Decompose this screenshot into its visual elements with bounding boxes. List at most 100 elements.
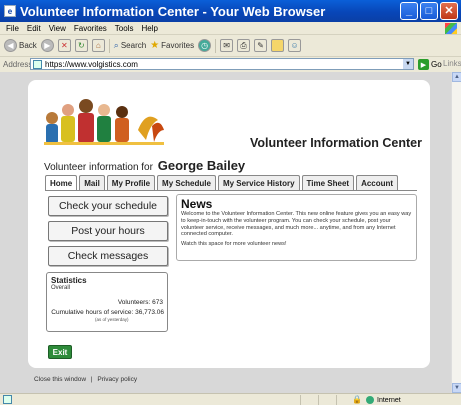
tab-time-sheet[interactable]: Time Sheet [301, 175, 355, 190]
folder-button[interactable] [271, 39, 285, 52]
scroll-down-icon[interactable]: ▼ [452, 383, 461, 393]
mail-button[interactable]: ✉ [220, 39, 234, 52]
window-title: Volunteer Information Center - Your Web … [20, 3, 326, 19]
tab-home[interactable]: Home [45, 175, 78, 191]
address-label: Address [3, 59, 33, 69]
exit-button[interactable]: Exit [48, 345, 72, 359]
as-of-note: (as of yesterday) [95, 317, 129, 322]
history-button[interactable]: ◷ [198, 39, 212, 52]
toolbar: ◀ Back ▶ ✕ ↻ ⌂ ⌕ Search ★ Favorites ◷ ✉ … [0, 36, 461, 55]
stop-button[interactable]: ✕ [57, 39, 71, 52]
footer-divider: | [90, 376, 93, 383]
stop-icon: ✕ [57, 39, 71, 52]
address-url: https://www.volgistics.com [45, 59, 138, 69]
favorites-button[interactable]: ★ Favorites [150, 40, 194, 51]
page-footer: Close this window | Privacy policy [34, 376, 137, 383]
news-watch: Watch this space for more volunteer news… [181, 241, 287, 248]
statistics-panel: Statistics Overall Volunteers: 673 Cumul… [46, 272, 168, 332]
messenger-icon: ☺ [288, 39, 302, 52]
statistics-subtitle: Overall [51, 285, 71, 291]
tab-bar: Home Mail My Profile My Schedule My Serv… [45, 175, 399, 191]
address-input[interactable]: https://www.volgistics.com ▼ [30, 58, 414, 70]
back-arrow-icon: ◀ [4, 39, 17, 52]
windows-logo-icon [445, 23, 457, 34]
title-bar: e Volunteer Information Center - Your We… [0, 0, 461, 22]
vertical-scrollbar[interactable]: ▲ ▼ [451, 72, 461, 393]
news-panel: News Welcome to the Volunteer Informatio… [176, 194, 417, 261]
go-button[interactable]: ▶ Go [418, 59, 442, 70]
menu-tools[interactable]: Tools [115, 24, 134, 33]
toolbar-separator [215, 38, 217, 53]
check-messages-button[interactable]: Check messages [48, 246, 168, 266]
messenger-button[interactable]: ☺ [288, 39, 302, 52]
maximize-button[interactable]: □ [420, 2, 438, 20]
page-card: Volunteer Information Center Volunteer i… [28, 80, 430, 368]
tab-account[interactable]: Account [356, 175, 399, 190]
search-icon: ⌕ [113, 40, 119, 50]
status-divider [336, 395, 337, 405]
folder-icon [271, 39, 285, 52]
mail-icon: ✉ [220, 39, 234, 52]
post-hours-button[interactable]: Post your hours [48, 221, 168, 241]
menu-favorites[interactable]: Favorites [74, 24, 107, 33]
back-label: Back [19, 41, 37, 50]
window-controls: _ □ ✕ [400, 2, 458, 20]
status-divider [300, 395, 301, 405]
print-button[interactable]: ⎙ [237, 39, 251, 52]
news-body: Welcome to the Volunteer Information Cen… [181, 211, 412, 238]
toolbar-separator [108, 38, 110, 53]
menu-view[interactable]: View [49, 24, 66, 33]
history-icon: ◷ [198, 39, 212, 52]
close-button[interactable]: ✕ [440, 2, 458, 20]
back-button[interactable]: ◀ Back [4, 39, 37, 52]
privacy-policy-link[interactable]: Privacy policy [97, 376, 137, 383]
refresh-icon: ↻ [74, 39, 88, 52]
home-icon: ⌂ [91, 39, 105, 52]
security-zone: Internet [366, 396, 401, 404]
star-icon: ★ [150, 40, 160, 51]
search-label: Search [120, 41, 147, 50]
minimize-button[interactable]: _ [400, 2, 418, 20]
edit-icon: ✎ [254, 39, 268, 52]
volunteers-count: Volunteers: 673 [117, 299, 163, 306]
page-icon [33, 59, 42, 69]
status-bar: 🔒 Internet [0, 393, 461, 405]
refresh-button[interactable]: ↻ [74, 39, 88, 52]
lock-icon: 🔒 [352, 395, 362, 404]
links-button[interactable]: Links [443, 59, 461, 68]
cumulative-hours: Cumulative hours of service: 36,773.06 [51, 309, 164, 316]
menu-help[interactable]: Help [141, 24, 157, 33]
status-divider [318, 395, 319, 405]
volunteers-logo [44, 99, 164, 145]
menu-file[interactable]: File [6, 24, 19, 33]
scroll-up-icon[interactable]: ▲ [452, 72, 461, 82]
go-label: Go [431, 60, 442, 69]
volunteer-info-label: Volunteer information for [44, 162, 153, 173]
forward-button[interactable]: ▶ [40, 39, 54, 52]
volunteer-name: George Bailey [157, 158, 246, 173]
favorites-label: Favorites [161, 41, 195, 50]
address-bar: Address https://www.volgistics.com ▼ ▶ G… [0, 56, 461, 71]
tab-mail[interactable]: Mail [79, 175, 105, 190]
chevron-down-icon[interactable]: ▼ [403, 59, 413, 69]
globe-icon [366, 396, 374, 404]
check-schedule-button[interactable]: Check your schedule [48, 196, 168, 216]
tab-divider [45, 190, 417, 191]
page-status-icon [3, 395, 12, 404]
browser-viewport: Volunteer Information Center Volunteer i… [0, 72, 451, 393]
home-button[interactable]: ⌂ [91, 39, 105, 52]
news-title: News [181, 197, 213, 211]
zone-label: Internet [377, 396, 401, 404]
close-window-link[interactable]: Close this window [34, 376, 86, 383]
print-icon: ⎙ [237, 39, 251, 52]
tab-my-schedule[interactable]: My Schedule [157, 175, 216, 190]
page-title: Volunteer Information Center [250, 136, 423, 150]
menu-edit[interactable]: Edit [27, 24, 41, 33]
statistics-title: Statistics [51, 276, 87, 285]
search-button[interactable]: ⌕ Search [114, 40, 146, 51]
ie-icon: e [4, 5, 16, 17]
edit-button[interactable]: ✎ [254, 39, 268, 52]
forward-arrow-icon: ▶ [40, 39, 54, 52]
tab-my-service-history[interactable]: My Service History [217, 175, 300, 190]
tab-my-profile[interactable]: My Profile [106, 175, 156, 190]
